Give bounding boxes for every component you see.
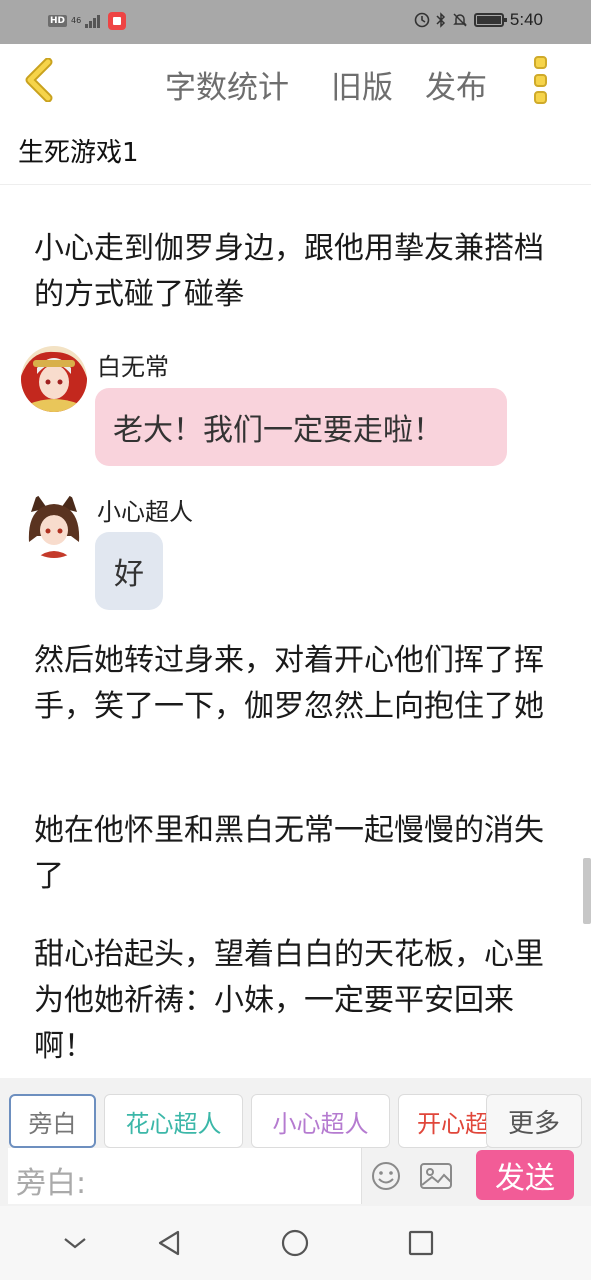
nav-recents-icon[interactable]	[406, 1228, 436, 1258]
speaker-name: 小心超人	[97, 498, 193, 526]
word-count-button[interactable]: 字数统计	[165, 62, 289, 107]
mute-icon	[453, 13, 467, 27]
nav-collapse-icon[interactable]	[60, 1228, 90, 1258]
avatar[interactable]	[21, 492, 87, 558]
dialogue-text: 老大！我们一定要走啦！	[113, 413, 443, 448]
nav-back-icon[interactable]	[154, 1228, 184, 1258]
image-icon	[420, 1163, 452, 1189]
document-title: 生死游戏1	[18, 138, 139, 168]
emoji-button[interactable]	[370, 1160, 402, 1192]
system-nav-bar	[0, 1206, 591, 1280]
status-right: 5:40	[414, 10, 543, 30]
role-chip-kaixin[interactable]: 开心超人	[398, 1094, 490, 1148]
message-input-row: 旁白:	[8, 1148, 362, 1204]
clock: 5:40	[509, 10, 543, 29]
app-header: 字数统计 旧版 发布	[0, 44, 591, 120]
app-notification-icon	[108, 12, 127, 30]
composer-panel: 旁白 花心超人 小心超人 开心超人 更多 旁白: 发送	[0, 1078, 591, 1206]
hd-icon: HD	[48, 15, 68, 27]
signal-icon	[85, 14, 101, 28]
chevron-left-icon	[25, 57, 53, 103]
dialogue-bubble[interactable]: 老大！我们一定要走啦！	[95, 388, 507, 466]
smiley-icon	[372, 1162, 400, 1190]
image-button[interactable]	[419, 1162, 453, 1190]
divider	[0, 184, 591, 185]
message-input[interactable]	[106, 1154, 356, 1198]
narration-text: 甜心抬起头，望着白白的天花板，心里为他她祈祷：小妹，一定要平安回来啊！	[34, 937, 544, 1064]
nav-home-icon[interactable]	[280, 1228, 310, 1258]
narration-text: 她在他怀里和黑白无常一起慢慢的消失了	[34, 813, 544, 894]
story-content[interactable]: 小心走到伽罗身边，跟他用挚友兼搭档的方式碰了碰拳 白无常 老大！我们一定要走啦！…	[0, 186, 591, 1076]
vertical-dots-icon[interactable]	[534, 56, 554, 104]
publish-button[interactable]: 发布	[425, 62, 487, 107]
old-version-button[interactable]: 旧版	[331, 62, 393, 107]
send-button[interactable]: 发送	[476, 1150, 574, 1200]
speaker-prefix: 旁白:	[16, 1166, 87, 1201]
bluetooth-icon	[436, 12, 445, 28]
status-left: HD 46	[48, 12, 127, 30]
network-type-label: 46	[71, 16, 82, 25]
role-chip-xiaoxin[interactable]: 小心超人	[251, 1094, 390, 1148]
status-bar: HD 46 5:40	[0, 0, 591, 44]
dialogue-bubble[interactable]: 好	[95, 532, 163, 610]
back-button[interactable]	[22, 57, 62, 103]
dialogue-text: 好	[114, 557, 144, 592]
do-not-disturb-icon	[414, 12, 430, 28]
role-chip-huaxin[interactable]: 花心超人	[104, 1094, 243, 1148]
role-chip-narrator[interactable]: 旁白	[9, 1094, 96, 1148]
narration-text: 然后她转过身来，对着开心他们挥了挥手，笑了一下，伽罗忽然上向抱住了她	[34, 643, 544, 724]
battery-icon	[473, 13, 507, 27]
character-avatar-icon	[21, 492, 87, 558]
more-roles-button[interactable]: 更多	[486, 1094, 582, 1148]
speaker-name: 白无常	[97, 353, 169, 381]
scrollbar-thumb[interactable]	[583, 858, 591, 924]
character-avatar-icon	[21, 346, 87, 412]
avatar[interactable]	[21, 346, 87, 412]
narration-text: 小心走到伽罗身边，跟他用挚友兼搭档的方式碰了碰拳	[34, 231, 544, 312]
